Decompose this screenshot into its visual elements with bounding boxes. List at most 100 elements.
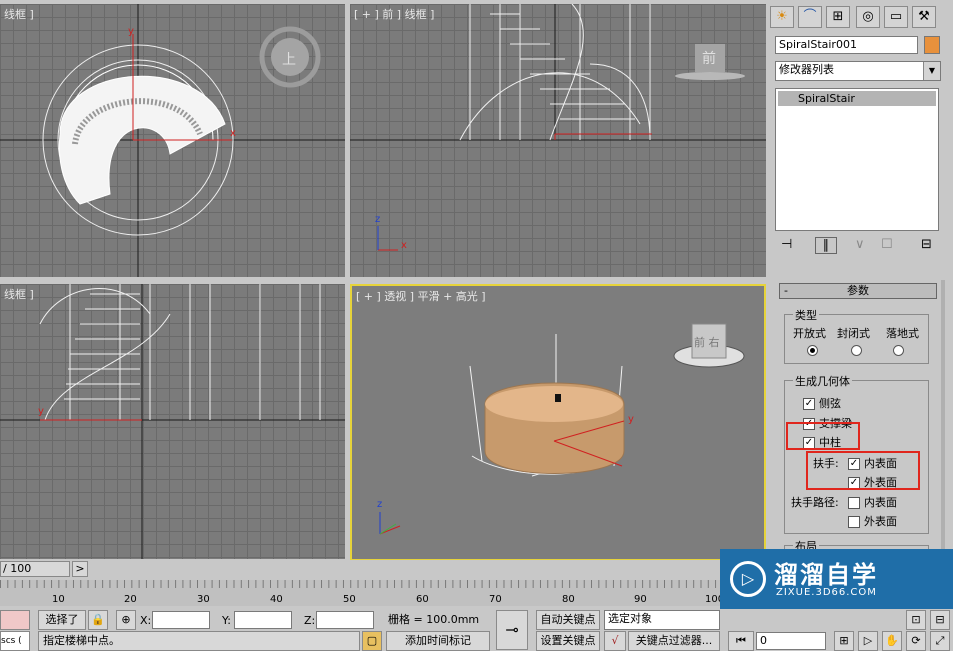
set-key-button[interactable]: 设置关键点 — [536, 631, 600, 651]
go-to-start-icon[interactable]: ⏮ — [728, 631, 754, 651]
lock-selection-icon[interactable]: 🔒 — [88, 610, 108, 630]
front-axis-z-label: z — [375, 214, 381, 225]
next-arrow-icon: > — [75, 562, 85, 575]
highlight-box-center-pole — [786, 422, 860, 450]
front-view-cube-label[interactable]: 前 — [702, 48, 716, 68]
y-coordinate-input[interactable] — [234, 611, 292, 629]
rail-path-inner-checkbox[interactable]: 内表面 — [848, 494, 897, 510]
selection-set-dropdown[interactable]: 选定对象 — [604, 610, 720, 630]
x-coordinate-input[interactable] — [152, 611, 210, 629]
selection-status-label: 选择了 — [45, 613, 79, 626]
orbit-icon[interactable]: ⟳ — [906, 631, 926, 651]
grid-display: 栅格 = 100.0mm — [388, 611, 488, 629]
panel-scrollbar[interactable] — [941, 280, 945, 560]
stack-toolbar: ⊣ ∥ ∨ ☐ ⊟ — [775, 237, 941, 257]
type-closed-radio[interactable] — [851, 345, 862, 356]
z-coordinate-input[interactable] — [316, 611, 374, 629]
create-tab-sun-icon[interactable]: ☀ — [770, 6, 794, 28]
show-end-result-icon[interactable]: ∥ — [815, 237, 837, 254]
x-label: X: — [140, 614, 152, 627]
remove-modifier-icon[interactable]: ☐ — [881, 237, 893, 252]
zoom-icon[interactable]: ⊞ — [834, 631, 854, 651]
maximize-viewport-icon[interactable]: ⤢ — [930, 631, 950, 651]
highlight-box-handrail — [806, 451, 920, 490]
current-frame-input[interactable]: 0 — [756, 632, 826, 650]
object-color-swatch[interactable] — [924, 36, 940, 54]
ruler-tick: 70 — [489, 594, 502, 605]
type-floor-radio[interactable] — [893, 345, 904, 356]
viewport-left[interactable]: 线框 ] y — [0, 284, 345, 559]
play-circle-icon: ▷ — [730, 561, 766, 597]
play-icon[interactable]: ▷ — [858, 631, 878, 651]
viewport-perspective[interactable]: [ + ] 透视 ] 平滑 + 高光 ] 前 右 y z — [350, 284, 766, 561]
add-time-tag-button[interactable]: 添加时间标记 — [386, 631, 490, 651]
display-tab-icon[interactable]: ▭ — [884, 6, 908, 28]
logo-url: ZIXUE.3D66.COM — [776, 587, 877, 598]
persp-axis-y-label: y — [628, 414, 634, 425]
ruler-tick: 90 — [634, 594, 647, 605]
make-unique-icon[interactable]: ∨ — [855, 237, 865, 252]
motion-tab-icon[interactable]: ◎ — [856, 6, 880, 28]
type-open-radio[interactable] — [807, 345, 818, 356]
auto-key-button[interactable]: 自动关键点 — [536, 610, 600, 630]
type-group-title: 类型 — [793, 307, 819, 323]
viewport-front-label: [ + ] 前 ] 线框 ] — [354, 8, 435, 21]
viewport-front[interactable]: [ + ] 前 ] 线框 ] 前 x z — [350, 4, 766, 277]
modifier-list-dropdown[interactable]: 修改器列表 ▼ — [775, 61, 941, 81]
watermark-logo: ▷ 溜溜自学 ZIXUE.3D66.COM — [720, 549, 953, 609]
checkbox-box — [848, 516, 860, 528]
left-axis-y-label: y — [38, 406, 44, 417]
front-view-wireframe — [350, 4, 766, 251]
pin-stack-icon[interactable]: ⊣ — [781, 237, 792, 252]
auto-key-label: 自动关键点 — [540, 613, 596, 626]
ruler-tick: 80 — [562, 594, 575, 605]
parameters-rollout-header[interactable]: - 参数 — [779, 283, 937, 299]
object-name-input[interactable]: SpiralStair001 — [775, 36, 918, 54]
ruler-tick: 20 — [124, 594, 137, 605]
grid-label: 栅格 = 100.0mm — [388, 613, 480, 626]
next-frame-button[interactable]: > — [72, 561, 88, 577]
viewport-top[interactable]: 线框 ] 上 x y — [0, 4, 345, 277]
modify-tab-curve-icon[interactable]: ⌒ — [798, 6, 822, 28]
ruler-tick: 60 — [416, 594, 429, 605]
hierarchy-tab-icon[interactable]: ⊞ — [826, 6, 850, 28]
top-view-cube-label[interactable]: 上 — [282, 49, 296, 69]
script-label: scs ( — [1, 636, 22, 646]
add-time-tag-label: 添加时间标记 — [405, 634, 471, 647]
track-bar[interactable] — [0, 580, 720, 606]
type-group: 类型 开放式 封闭式 落地式 — [784, 307, 929, 364]
viewport-perspective-label: [ + ] 透视 ] 平滑 + 高光 ] — [356, 290, 486, 303]
selection-status: 选择了 — [38, 610, 86, 630]
utilities-tab-hammer-icon[interactable]: ⚒ — [912, 6, 936, 28]
frame-counter: / 100 — [3, 562, 32, 575]
rail-path-outer-label: 外表面 — [864, 515, 897, 528]
left-view-wireframe — [0, 284, 345, 559]
key-mode-icon[interactable]: ⊸ — [496, 610, 528, 650]
zoom-extents-icon[interactable]: ⊡ — [906, 610, 926, 630]
perspective-view-scene — [379, 323, 745, 535]
modifier-stack-list[interactable]: SpiralStair — [775, 88, 939, 231]
side-stringer-checkbox[interactable]: ✓ 侧弦 — [803, 395, 841, 411]
modifier-stack-item[interactable]: SpiralStair — [778, 91, 936, 106]
maxscript-listener[interactable] — [0, 610, 30, 630]
geometry-group-title: 生成几何体 — [793, 373, 852, 389]
maxscript-mini[interactable]: scs ( — [0, 631, 30, 651]
key-filters-button[interactable]: 关键点过滤器... — [628, 631, 720, 651]
rail-path-outer-checkbox[interactable]: 外表面 — [848, 513, 897, 529]
pan-hand-icon[interactable]: ✋ — [882, 631, 902, 651]
ruler-tick: 40 — [270, 594, 283, 605]
ruler-tick: 50 — [343, 594, 356, 605]
front-axis-x-label: x — [401, 240, 407, 251]
key-tangent-icon[interactable]: √ — [604, 631, 626, 651]
prompt-text: 指定楼梯中点。 — [43, 634, 120, 647]
ruler-tick: 30 — [197, 594, 210, 605]
configure-sets-icon[interactable]: ⊟ — [921, 237, 932, 252]
absolute-mode-icon[interactable]: ⊕ — [116, 610, 136, 630]
rollout-collapse-icon: - — [784, 284, 788, 297]
persp-axis-z-label: z — [377, 499, 383, 510]
perspective-view-cube-label[interactable]: 前 右 — [694, 334, 720, 350]
time-slider[interactable]: / 100 — [0, 561, 70, 577]
axis-y-label: y — [128, 26, 134, 37]
field-of-view-icon[interactable]: ⊟ — [930, 610, 950, 630]
time-tag-icon[interactable]: ▢ — [362, 631, 382, 651]
